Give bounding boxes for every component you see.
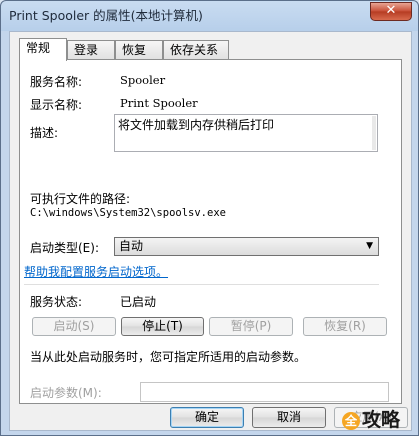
- pause-button[interactable]: 暂停(P): [209, 317, 293, 336]
- display-name-label: 显示名称:: [30, 98, 83, 112]
- watermark-text: 攻略: [362, 409, 401, 431]
- watermark-circle: 全: [342, 411, 360, 430]
- description-box[interactable]: 将文件加载到内存供稍后打印: [114, 114, 378, 152]
- service-name-label: 服务名称:: [30, 75, 83, 89]
- startup-type-label: 启动类型(E):: [30, 241, 99, 255]
- general-tab-panel: 服务名称: Spooler 显示名称: Print Spooler 描述: 将文…: [19, 59, 402, 404]
- close-button[interactable]: ✕: [370, 2, 412, 21]
- executable-path-label: 可执行文件的路径:: [30, 192, 131, 206]
- separator: [24, 284, 379, 285]
- service-status-label: 服务状态:: [30, 295, 83, 309]
- description-scrollbar[interactable]: [372, 116, 376, 150]
- service-name-value: Spooler: [120, 73, 166, 87]
- service-status-value: 已启动: [120, 295, 157, 309]
- dropdown-arrow-icon: ▼: [366, 241, 373, 251]
- watermark-logo: 全攻略: [342, 405, 416, 433]
- startup-type-select[interactable]: 自动 ▼: [114, 237, 379, 256]
- help-configure-link[interactable]: 帮助我配置服务启动选项。: [24, 263, 168, 280]
- stop-button[interactable]: 停止(T): [121, 317, 204, 336]
- ok-button[interactable]: 确定: [170, 407, 244, 428]
- start-button[interactable]: 启动(S): [32, 317, 116, 336]
- executable-path-value: C:\windows\System32\spoolsv.exe: [30, 207, 226, 219]
- tab-dependencies[interactable]: 依存关系: [163, 40, 229, 59]
- startup-type-value: 自动: [119, 239, 144, 253]
- window-title: Print Spooler 的属性(本地计算机): [9, 8, 203, 23]
- cancel-button[interactable]: 取消: [252, 407, 326, 428]
- display-name-value: Print Spooler: [120, 96, 198, 110]
- dialog-client-area: 常规 登录 恢复 依存关系 服务名称: Spooler 显示名称: Print …: [9, 31, 412, 431]
- start-params-label: 启动参数(M):: [30, 386, 102, 400]
- description-label: 描述:: [30, 126, 59, 140]
- tab-logon[interactable]: 登录: [67, 40, 115, 59]
- start-params-input[interactable]: [140, 382, 389, 402]
- description-text: 将文件加载到内存供稍后打印: [118, 118, 275, 132]
- properties-window: Print Spooler 的属性(本地计算机) ✕ 常规 登录 恢复 依存关系…: [0, 0, 419, 436]
- resume-button[interactable]: 恢复(R): [303, 317, 387, 336]
- start-params-hint: 当从此处启动服务时，您可指定所适用的启动参数。: [30, 350, 307, 364]
- title-bar[interactable]: Print Spooler 的属性(本地计算机) ✕: [1, 1, 418, 29]
- tab-recovery[interactable]: 恢复: [115, 40, 163, 59]
- tab-general[interactable]: 常规: [19, 38, 67, 61]
